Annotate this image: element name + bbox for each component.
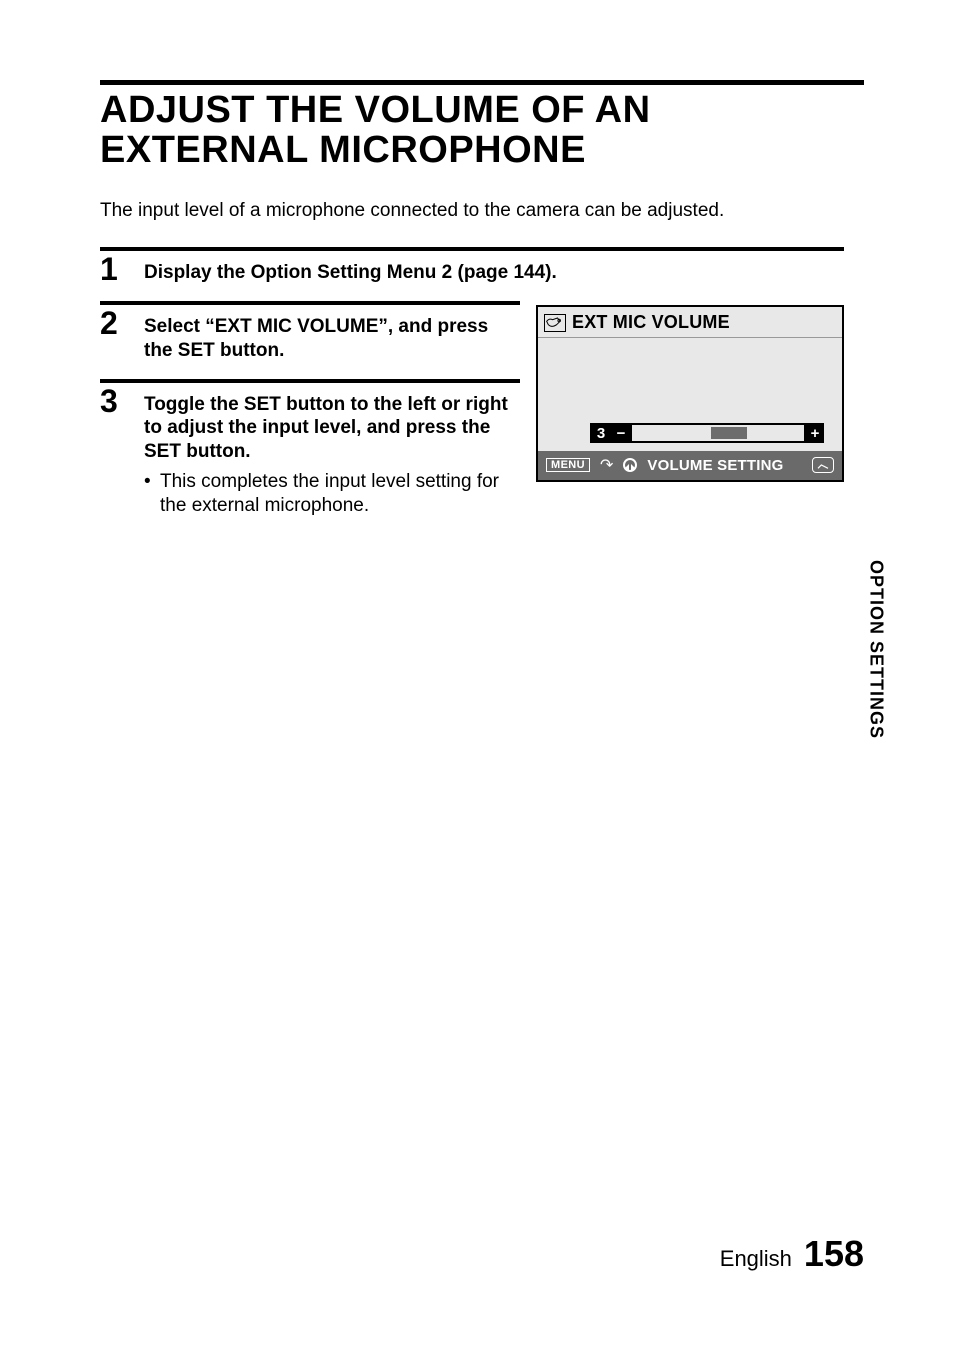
step-rule-1 bbox=[100, 247, 844, 251]
bullet-icon: • bbox=[144, 470, 150, 519]
screen-title-row: EXT MIC VOLUME bbox=[538, 307, 842, 338]
step-number: 2 bbox=[100, 307, 126, 379]
left-column: 2 Select “EXT MIC VOLUME”, and press the… bbox=[100, 301, 520, 534]
camera-screen: EXT MIC VOLUME 3 − + MENU bbox=[536, 305, 844, 482]
menu-label: MENU bbox=[551, 459, 585, 471]
volume-level: 3 bbox=[590, 423, 612, 443]
step-number: 1 bbox=[100, 253, 126, 301]
step-3: 3 Toggle the SET button to the left or r… bbox=[100, 387, 520, 535]
screen-footer: MENU ↶ VOLUME SETTING bbox=[538, 451, 842, 480]
page-number: 158 bbox=[804, 1233, 864, 1275]
side-tab: OPTION SETTINGS bbox=[854, 560, 898, 900]
dial-icon bbox=[623, 458, 637, 472]
volume-track bbox=[630, 423, 806, 443]
side-tab-highlight bbox=[854, 780, 898, 900]
screen-body: 3 − + bbox=[538, 338, 842, 451]
step-heading: Select “EXT MIC VOLUME”, and press the S… bbox=[144, 315, 520, 363]
two-column-region: 2 Select “EXT MIC VOLUME”, and press the… bbox=[100, 301, 864, 534]
footer-label: VOLUME SETTING bbox=[647, 457, 783, 474]
screen-title: EXT MIC VOLUME bbox=[572, 312, 730, 333]
volume-row: 3 − + bbox=[590, 423, 824, 443]
menu-badge: MENU bbox=[546, 458, 590, 472]
mic-icon bbox=[544, 314, 566, 332]
side-tab-label: OPTION SETTINGS bbox=[866, 560, 887, 739]
back-arrow-icon: ↶ bbox=[600, 455, 613, 475]
step-number: 3 bbox=[100, 385, 126, 535]
step-heading: Toggle the SET button to the left or rig… bbox=[144, 393, 520, 464]
step-rule-2 bbox=[100, 301, 520, 305]
volume-knob bbox=[711, 427, 747, 439]
manual-page: ADJUST THE VOLUME OF AN EXTERNAL MICROPH… bbox=[0, 0, 954, 1345]
step-heading: Display the Option Setting Menu 2 (page … bbox=[144, 261, 864, 285]
screen-column: EXT MIC VOLUME 3 − + MENU bbox=[536, 305, 846, 534]
step-substep: • This completes the input level setting… bbox=[144, 470, 520, 519]
ok-icon bbox=[812, 457, 834, 473]
intro-text: The input level of a microphone connecte… bbox=[100, 199, 864, 224]
step-1: 1 Display the Option Setting Menu 2 (pag… bbox=[100, 255, 864, 301]
step-subtext: This completes the input level setting f… bbox=[160, 470, 520, 519]
step-rule-3 bbox=[100, 379, 520, 383]
step-2: 2 Select “EXT MIC VOLUME”, and press the… bbox=[100, 309, 520, 379]
minus-icon: − bbox=[612, 423, 630, 443]
language-label: English bbox=[720, 1246, 792, 1272]
rule-top bbox=[100, 80, 864, 85]
page-footer: English 158 bbox=[720, 1233, 864, 1275]
plus-icon: + bbox=[806, 423, 824, 443]
page-title: ADJUST THE VOLUME OF AN EXTERNAL MICROPH… bbox=[100, 91, 864, 171]
